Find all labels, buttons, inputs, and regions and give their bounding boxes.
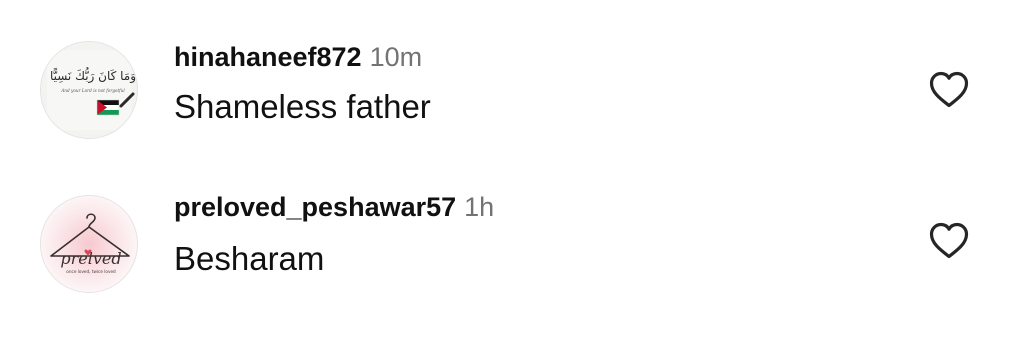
comment-header: hinahaneef872 10m [174, 44, 422, 71]
avatar-tagline: once loved, twice loved [66, 269, 116, 274]
like-button[interactable] [928, 221, 970, 261]
avatar-caption: And your Lord is not forgetful [60, 88, 125, 93]
comment-timestamp: 10m [369, 42, 423, 72]
comment-username[interactable]: preloved_peshawar57 [174, 192, 456, 222]
comments-list: وَمَا كَانَ رَبُّكَ نَسِيًّا And your Lo… [0, 0, 1024, 338]
avatar-image: وَمَا كَانَ رَبُّكَ نَسِيًّا And your Lo… [41, 42, 137, 138]
comment-item: prelved once loved, twice loved preloved… [0, 150, 1024, 300]
comment-timestamp: 1h [464, 192, 495, 222]
avatar-image: prelved once loved, twice loved [41, 196, 137, 292]
comment-username[interactable]: hinahaneef872 [174, 42, 362, 72]
like-button[interactable] [928, 70, 970, 110]
heart-outline-icon [929, 71, 969, 108]
comment-text: Besharam [174, 240, 325, 277]
palestine-flag-icon [96, 99, 120, 116]
comment-header: preloved_peshawar57 1h [174, 194, 494, 221]
avatar[interactable]: وَمَا كَانَ رَبُّكَ نَسِيًّا And your Lo… [40, 41, 138, 139]
comment-item: وَمَا كَانَ رَبُّكَ نَسِيًّا And your Lo… [0, 0, 1024, 150]
avatar[interactable]: prelved once loved, twice loved [40, 195, 138, 293]
heart-outline-icon [929, 222, 969, 259]
comment-text: Shameless father [174, 88, 431, 125]
avatar-calligraphy: وَمَا كَانَ رَبُّكَ نَسِيًّا [50, 67, 136, 84]
